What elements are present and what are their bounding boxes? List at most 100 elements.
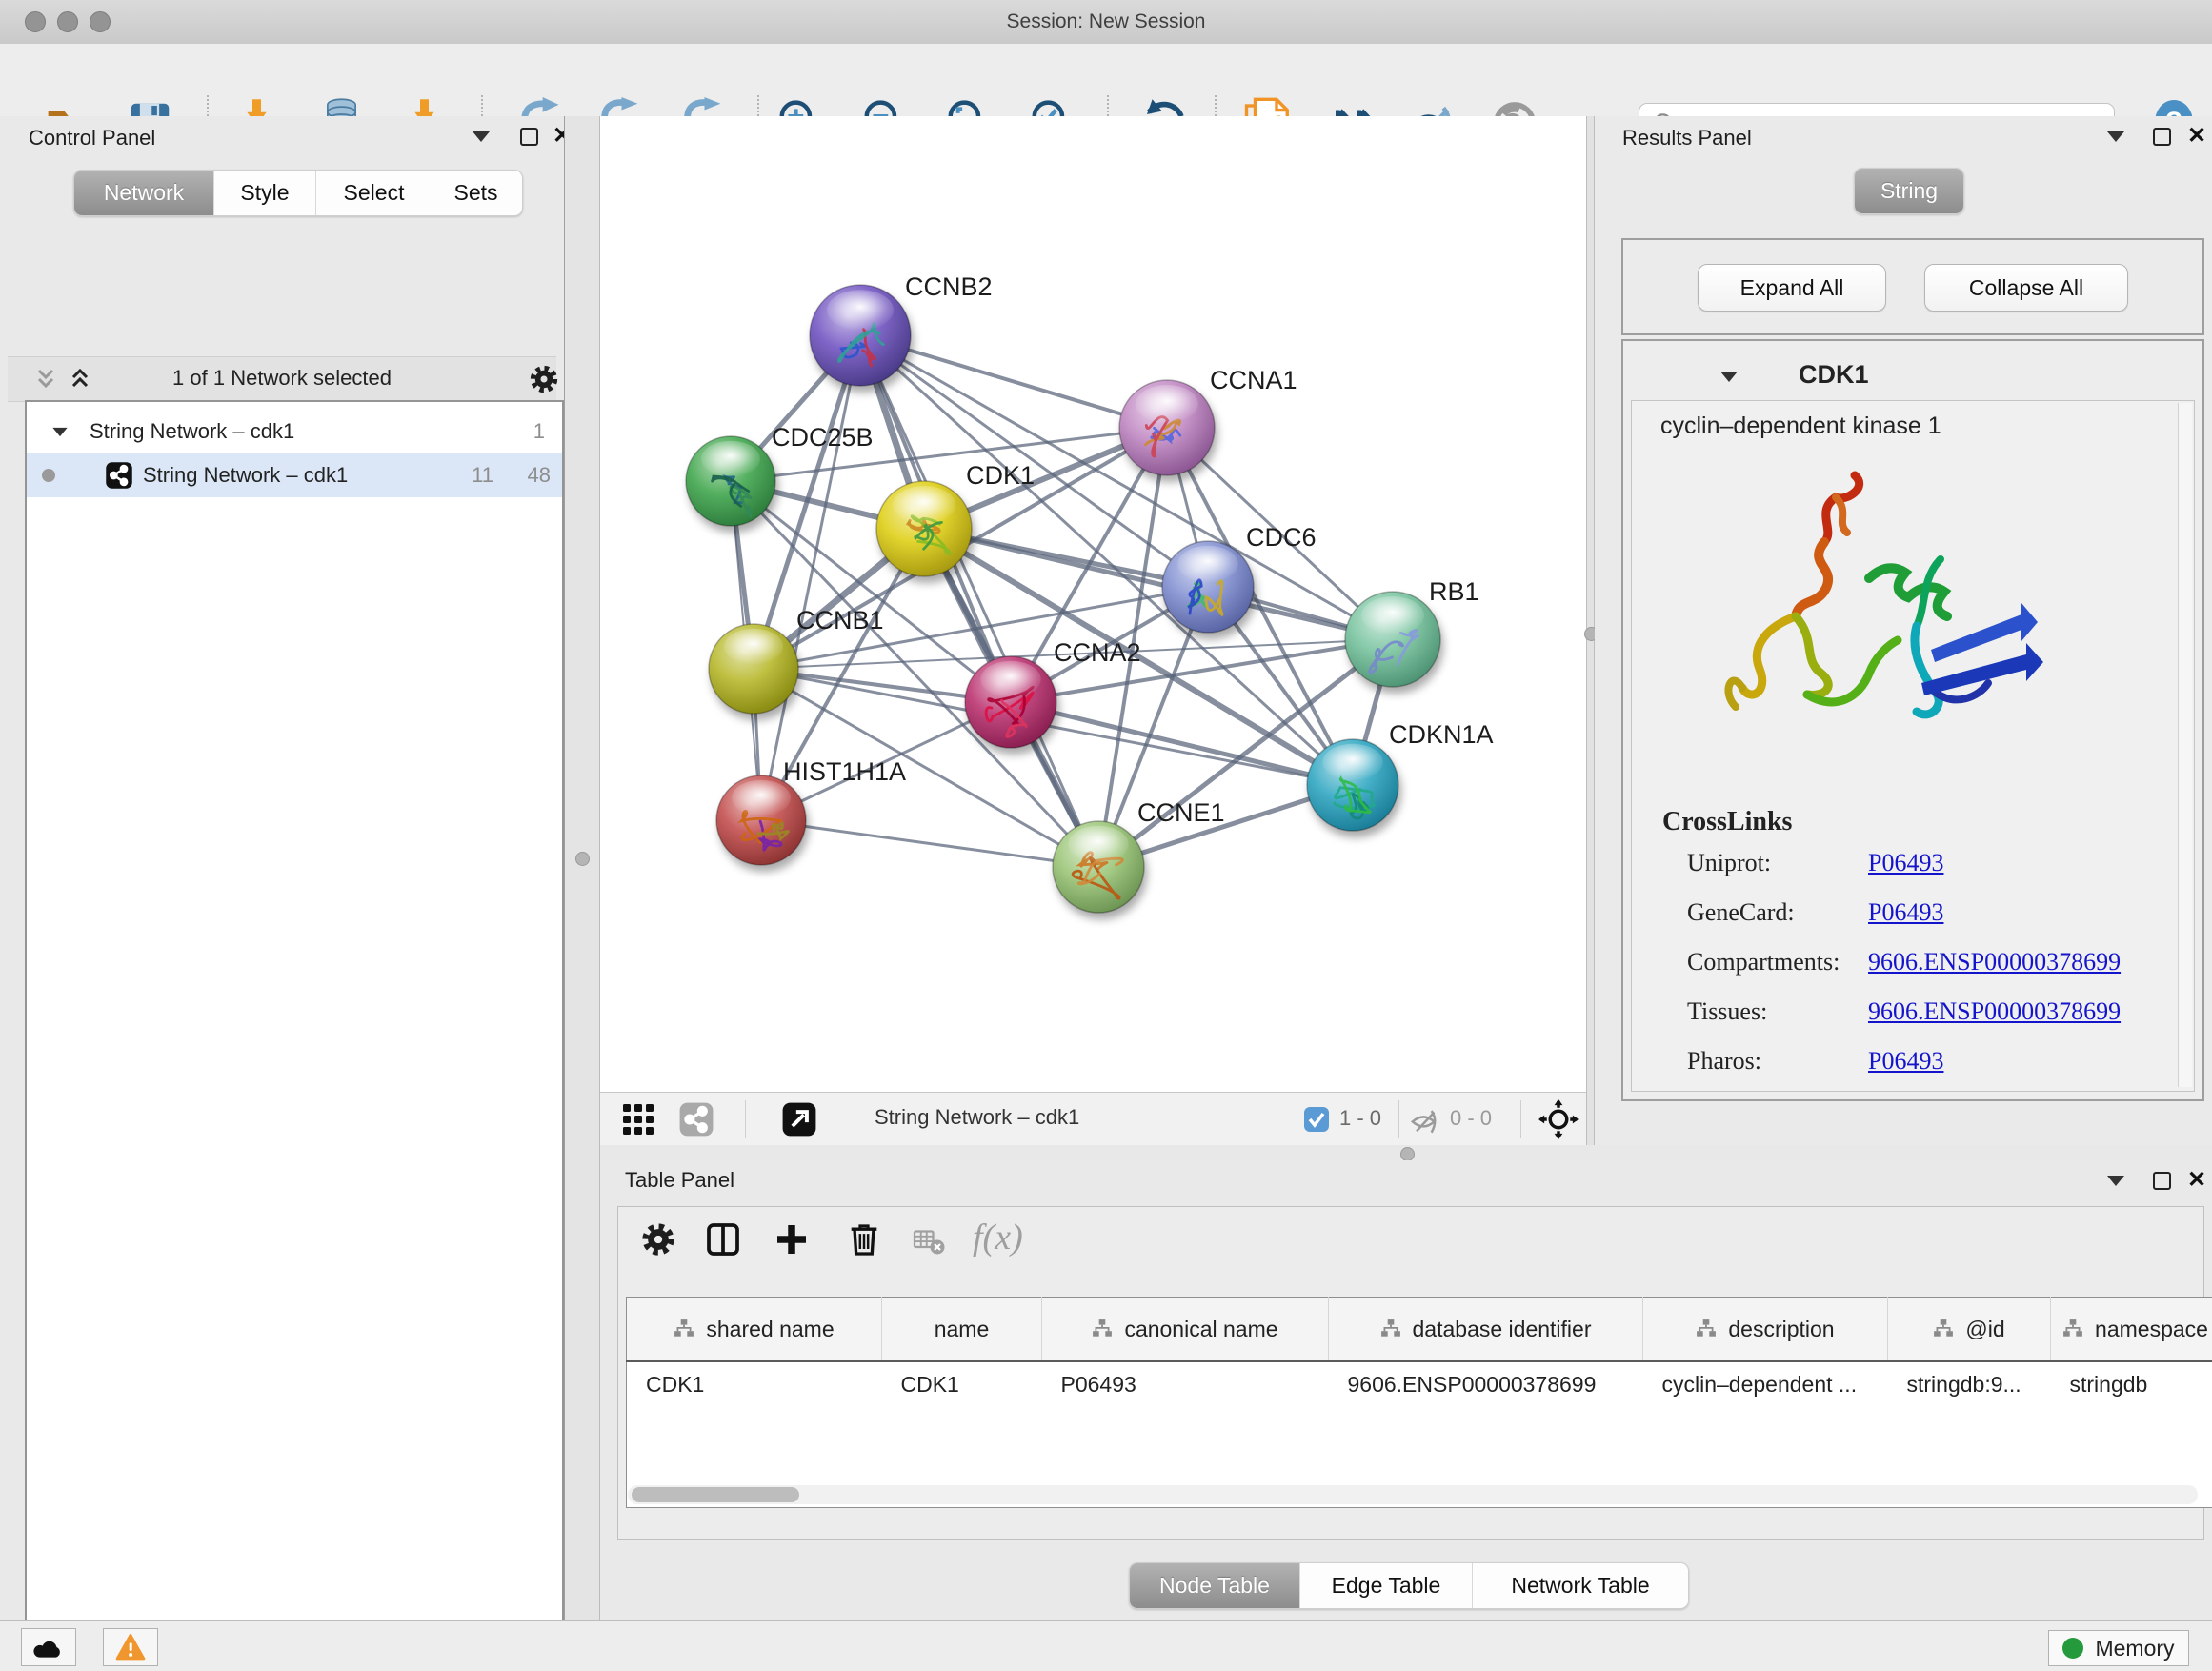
network-node-RB1[interactable] — [1345, 592, 1440, 687]
column-header-label: namespace — [2095, 1317, 2208, 1342]
crosslink-link[interactable]: 9606.ENSP00000378699 — [1868, 997, 2121, 1026]
tab-select[interactable]: Select — [315, 171, 432, 215]
gene-details: cyclin–dependent kinase 1 — [1631, 400, 2195, 1092]
crosslink-row: Uniprot:P06493 — [1687, 849, 2182, 877]
column-header-description[interactable]: description — [1643, 1298, 1888, 1362]
network-options-gear-icon[interactable] — [528, 363, 560, 395]
column-header-label: canonical name — [1124, 1317, 1277, 1342]
show-columns-icon[interactable] — [704, 1220, 742, 1258]
column-header-database-identifier[interactable]: database identifier — [1329, 1298, 1643, 1362]
crosslink-link[interactable]: P06493 — [1868, 849, 1943, 877]
status-bar: Memory — [0, 1620, 2212, 1671]
toolbar-separator — [745, 1100, 746, 1138]
crosslink-link[interactable]: P06493 — [1868, 898, 1943, 927]
column-header--id[interactable]: @id — [1888, 1298, 2051, 1362]
close-panel-icon[interactable]: ✕ — [2187, 1172, 2206, 1189]
panel-splitter-vertical[interactable] — [564, 116, 600, 1620]
tab-node-table[interactable]: Node Table — [1130, 1563, 1299, 1608]
collection-label: String Network – cdk1 — [90, 419, 294, 444]
network-edge[interactable] — [761, 335, 860, 820]
column-header-canonical-name[interactable]: canonical name — [1042, 1298, 1329, 1362]
panel-menu-icon[interactable] — [2107, 1176, 2124, 1186]
column-header-label: database identifier — [1413, 1317, 1592, 1342]
network-node-CDK1[interactable] — [876, 481, 972, 576]
network-type-icon — [105, 461, 133, 490]
network-node-CDC6[interactable] — [1162, 541, 1254, 633]
column-header-name[interactable]: name — [882, 1298, 1042, 1362]
tab-style[interactable]: Style — [213, 171, 315, 215]
fit-content-crosshair-icon[interactable] — [1538, 1099, 1579, 1139]
network-collection-row[interactable]: String Network – cdk1 1 — [27, 410, 562, 453]
column-header-namespace[interactable]: namespace — [2051, 1298, 2212, 1362]
network-row-selected[interactable]: String Network – cdk1 11 48 — [27, 453, 562, 497]
crosslink-link[interactable]: 9606.ENSP00000378699 — [1868, 948, 2121, 976]
panel-menu-icon[interactable] — [2107, 131, 2124, 142]
panel-splitter-horizontal[interactable] — [600, 1145, 2212, 1160]
control-panel-tabs: Network Style Select Sets — [73, 170, 523, 216]
expand-all-button[interactable]: Expand All — [1698, 264, 1886, 312]
collection-expander-icon[interactable] — [52, 427, 67, 435]
panel-splitter-vertical[interactable] — [1586, 116, 1595, 1145]
control-panel-title: Control Panel — [29, 126, 155, 151]
network-edge-count: 48 — [528, 463, 551, 488]
results-actions-box: Expand All Collapse All — [1621, 238, 2204, 335]
network-node-CDC25B[interactable] — [686, 436, 775, 526]
node-gloss-highlight — [1322, 744, 1382, 780]
section-expander-icon[interactable] — [1720, 372, 1738, 382]
selected-checkbox-icon[interactable] — [1303, 1106, 1330, 1133]
network-node-CCNA1[interactable] — [1119, 380, 1215, 475]
selected-count: 1 - 0 — [1339, 1106, 1381, 1131]
column-type-icon — [674, 1319, 694, 1339]
results-scrollbar[interactable] — [2178, 403, 2192, 1087]
collapse-all-button[interactable]: Collapse All — [1924, 264, 2128, 312]
panel-menu-icon[interactable] — [473, 131, 490, 142]
close-panel-icon[interactable]: ✕ — [2187, 128, 2206, 145]
crosslink-label: GeneCard: — [1687, 898, 1868, 927]
tab-edge-table[interactable]: Edge Table — [1299, 1563, 1472, 1608]
column-type-icon — [1380, 1319, 1401, 1339]
network-node-HIST1H1A[interactable] — [716, 775, 806, 865]
scrollbar-thumb[interactable] — [632, 1487, 799, 1502]
network-node-CCNA2[interactable] — [965, 656, 1056, 748]
delete-column-icon[interactable] — [845, 1220, 883, 1258]
network-canvas[interactable]: CCNB2CCNA1CDC25BCDK1CDC6RB1CCNB1CCNA2CDK… — [600, 116, 1586, 1092]
node-attribute-table[interactable]: shared namename canonical name database id… — [626, 1297, 2212, 1508]
hidden-eye-icon — [1410, 1104, 1442, 1137]
node-gloss-highlight — [1068, 826, 1128, 862]
network-node-CCNB1[interactable] — [709, 624, 798, 714]
network-share-icon[interactable] — [678, 1101, 714, 1137]
cloud-icon — [32, 1635, 65, 1660]
warnings-button[interactable] — [103, 1628, 158, 1666]
application-window: Session: New Session — [0, 0, 2212, 1671]
add-column-icon[interactable] — [773, 1220, 811, 1258]
node-label: RB1 — [1429, 577, 1479, 606]
table-horizontal-scrollbar[interactable] — [628, 1485, 2198, 1504]
network-edge[interactable] — [761, 820, 1098, 867]
network-node-CCNB2[interactable] — [810, 285, 911, 386]
network-edge[interactable] — [924, 529, 1393, 639]
column-header-shared-name[interactable]: shared name — [627, 1298, 882, 1362]
float-panel-icon[interactable] — [2153, 128, 2171, 146]
birds-eye-view-icon[interactable] — [781, 1101, 817, 1137]
network-node-CDKN1A[interactable] — [1307, 739, 1398, 831]
table-options-gear-icon[interactable] — [639, 1220, 677, 1258]
splitter-handle[interactable] — [575, 852, 590, 866]
grid-view-icon[interactable] — [621, 1102, 655, 1137]
memory-button[interactable]: Memory — [2048, 1630, 2189, 1666]
network-node-CCNE1[interactable] — [1053, 821, 1144, 913]
tab-string[interactable]: String — [1855, 169, 1963, 213]
cloud-button[interactable] — [21, 1628, 76, 1666]
splitter-handle[interactable] — [1400, 1147, 1415, 1161]
crosslink-link[interactable]: P06493 — [1868, 1047, 1943, 1076]
float-panel-icon[interactable] — [520, 128, 538, 146]
tab-network-table[interactable]: Network Table — [1472, 1563, 1688, 1608]
table-header[interactable]: shared namename canonical name database id… — [627, 1298, 2212, 1362]
title-bar: Session: New Session — [0, 0, 2212, 45]
tab-sets[interactable]: Sets — [432, 171, 519, 215]
network-edge[interactable] — [860, 335, 1098, 867]
results-panel-tabs: String — [1854, 168, 1964, 214]
control-panel: Control Panel ✕ Network Style Select Set… — [0, 116, 564, 1620]
tab-network[interactable]: Network — [74, 171, 213, 215]
table-type-tabs: Node Table Edge Table Network Table — [1129, 1562, 1689, 1609]
float-panel-icon[interactable] — [2153, 1172, 2171, 1190]
